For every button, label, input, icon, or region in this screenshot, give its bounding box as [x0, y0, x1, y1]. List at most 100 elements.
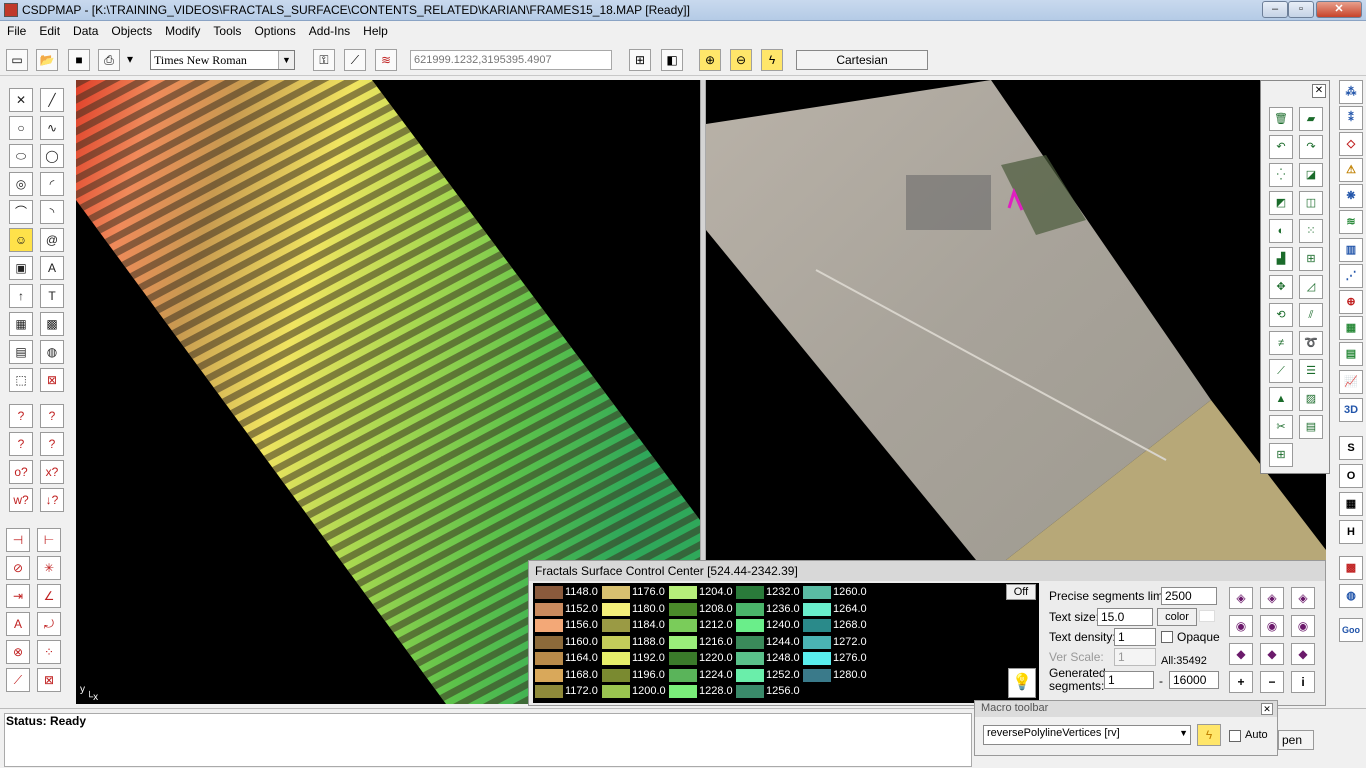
trim-circle-icon[interactable]: ⊗	[6, 640, 30, 664]
save-icon[interactable]: ■	[68, 49, 90, 71]
contour-icon[interactable]: ≋	[1339, 210, 1363, 234]
lightning-icon[interactable]: ϟ	[761, 49, 783, 71]
slope-icon[interactable]: ◿	[1299, 275, 1323, 299]
close-button[interactable]: ✕	[1316, 1, 1362, 18]
trash-icon[interactable]: 🗑	[1269, 107, 1293, 131]
coordinate-field[interactable]: 621999.1232,3195395.4907	[410, 50, 612, 70]
four-squares-icon[interactable]: ⊞	[1299, 247, 1323, 271]
minus-button[interactable]: −	[1260, 671, 1284, 693]
target-map-icon[interactable]: ⊕	[1339, 290, 1363, 314]
blocks-icon[interactable]: ▤	[9, 340, 33, 364]
grid-view-icon[interactable]: ⊞	[629, 49, 651, 71]
macro-close-icon[interactable]: ✕	[1261, 703, 1273, 715]
opaque-checkbox[interactable]	[1161, 631, 1173, 643]
terrain-icon[interactable]: ▲	[1269, 387, 1293, 411]
search-circle-icon[interactable]: ◯	[40, 144, 64, 168]
polyline-icon[interactable]: ∿	[40, 116, 64, 140]
close-icon[interactable]: ✕	[1312, 84, 1326, 98]
menu-edit[interactable]: Edit	[32, 21, 66, 38]
layers-icon[interactable]: ≋	[375, 49, 397, 71]
generated-from-input[interactable]: 1	[1104, 671, 1154, 689]
shape-red-icon[interactable]: ◇	[1339, 132, 1363, 156]
zoom-out-icon[interactable]: ⊖	[730, 49, 752, 71]
stack-icon[interactable]: ▟	[1269, 247, 1293, 271]
break-line-icon[interactable]: ⟋	[6, 668, 30, 692]
query-database-icon[interactable]: ?	[40, 432, 64, 456]
print-icon[interactable]: ⎙	[98, 49, 120, 71]
surface-tool-1-icon[interactable]: ◈	[1229, 587, 1253, 609]
measure-icon[interactable]: ⟋	[344, 49, 366, 71]
menu-add-ins[interactable]: Add-Ins	[302, 21, 356, 38]
node-diagonal-icon[interactable]: ◪	[1299, 163, 1323, 187]
aerial-image-viewport[interactable]	[706, 80, 1326, 560]
open-file-icon[interactable]: 📂	[36, 49, 58, 71]
surface-tool-7-icon[interactable]: ◆	[1229, 643, 1253, 665]
text-icon[interactable]: A	[40, 256, 64, 280]
h-icon[interactable]: H	[1339, 520, 1363, 544]
query-down-icon[interactable]: ↓?	[40, 488, 64, 512]
label-a-icon[interactable]: A	[6, 612, 30, 636]
paste-shape-icon[interactable]: ◫	[1299, 191, 1323, 215]
menu-options[interactable]: Options	[247, 21, 301, 38]
print-dropdown-icon[interactable]: ▾	[122, 49, 138, 71]
info-button[interactable]: i	[1291, 671, 1315, 693]
color-swatch[interactable]	[1199, 610, 1215, 622]
delete-point-icon[interactable]: ✕	[9, 88, 33, 112]
query-cross-icon[interactable]: x?	[40, 460, 64, 484]
hatch-icon[interactable]: ▩	[40, 312, 64, 336]
list-icon[interactable]: ☰	[1299, 359, 1323, 383]
auto-checkbox[interactable]	[1229, 730, 1241, 742]
surface-tool-6-icon[interactable]: ◉	[1291, 615, 1315, 637]
precise-segments-input[interactable]: 2500	[1161, 587, 1217, 605]
cube-icon[interactable]: ▦	[9, 312, 33, 336]
text-density-select[interactable]: 1	[1114, 628, 1156, 646]
generated-to-input[interactable]: 16000	[1169, 671, 1219, 689]
intersect-icon[interactable]: ✳	[37, 556, 61, 580]
query-line-icon[interactable]: ?	[9, 404, 33, 428]
font-select[interactable]: Times New Roman ▼	[150, 50, 295, 70]
key-icon[interactable]: ⚿	[313, 49, 335, 71]
document-icon[interactable]: ▤	[1299, 415, 1323, 439]
chart-icon[interactable]: 📈	[1339, 370, 1363, 394]
join-line-icon[interactable]: ⊢	[37, 528, 61, 552]
split-view-icon[interactable]: ◧	[661, 49, 683, 71]
menu-tools[interactable]: Tools	[206, 21, 247, 38]
surface-tool-9-icon[interactable]: ◆	[1291, 643, 1315, 665]
menu-help[interactable]: Help	[356, 21, 394, 38]
query-object-icon[interactable]: ?	[9, 432, 33, 456]
lightbulb-icon[interactable]: 💡	[1008, 668, 1036, 698]
undo-icon[interactable]: ↶	[1269, 135, 1293, 159]
vertical-text-icon[interactable]: T	[40, 284, 64, 308]
offset-curve-icon[interactable]: ⤾	[37, 612, 61, 636]
grid-node-icon[interactable]: ⊞	[1269, 443, 1293, 467]
palette-color-icon[interactable]: ▩	[1339, 556, 1363, 580]
hatch-fill-icon[interactable]: ▨	[1299, 387, 1323, 411]
parallel-icon[interactable]: ⫽	[1299, 303, 1323, 327]
query-slash-icon[interactable]: ?	[40, 404, 64, 428]
maximize-button[interactable]: ▫	[1288, 1, 1314, 18]
scatter-nodes-icon[interactable]: ⁙	[1299, 219, 1323, 243]
zoom-in-icon[interactable]: ⊕	[699, 49, 721, 71]
ring-icon[interactable]: ◎	[9, 172, 33, 196]
globe-icon[interactable]: ◍	[40, 340, 64, 364]
mirror-icon[interactable]: ◐	[1269, 219, 1293, 243]
curve-icon[interactable]: ⌒	[9, 200, 33, 224]
grid-hash-icon[interactable]: ▦	[1339, 492, 1363, 516]
open-button[interactable]: pen	[1278, 730, 1314, 750]
text-size-input[interactable]: 15.0	[1097, 608, 1153, 626]
spiral-icon[interactable]: @	[40, 228, 64, 252]
image-icon[interactable]: ▣	[9, 256, 33, 280]
circle-icon[interactable]: ○	[9, 116, 33, 140]
menu-file[interactable]: File	[0, 21, 32, 38]
angle-icon[interactable]: ∠	[37, 584, 61, 608]
o-icon[interactable]: O	[1339, 464, 1363, 488]
google-icon[interactable]: Goo	[1339, 618, 1363, 642]
query-point-icon[interactable]: o?	[9, 460, 33, 484]
blob-icon[interactable]: ❋	[1339, 184, 1363, 208]
scatter-icon[interactable]: ⁘	[37, 640, 61, 664]
lasso-icon[interactable]: ➰	[1299, 331, 1323, 355]
color-button[interactable]: color	[1157, 608, 1197, 626]
menu-data[interactable]: Data	[66, 21, 104, 38]
cartesian-mode[interactable]: Cartesian	[796, 50, 928, 70]
menu-objects[interactable]: Objects	[104, 21, 158, 38]
